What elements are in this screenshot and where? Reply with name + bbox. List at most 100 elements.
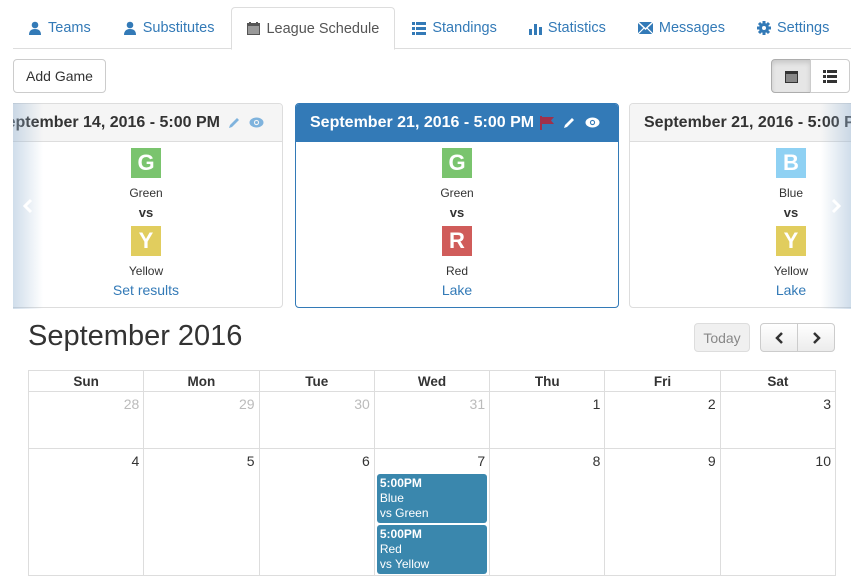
calendar-title: September 2016 <box>28 320 243 352</box>
day-number: 4 <box>131 453 140 469</box>
tab-statistics[interactable]: Statistics <box>514 7 621 49</box>
team-name: Blue <box>778 186 804 200</box>
day-cell[interactable]: 10 <box>719 448 837 576</box>
team-badge: B <box>776 148 806 178</box>
tab-settings[interactable]: Settings <box>742 7 844 49</box>
day-cell[interactable]: 3 <box>719 391 837 449</box>
tab-label: League Schedule <box>266 20 380 37</box>
day-number: 1 <box>592 396 601 412</box>
tab-standings[interactable]: Standings <box>397 7 512 49</box>
day-cell[interactable]: 6 <box>258 448 375 576</box>
calendar-icon <box>784 70 798 83</box>
game-card-featured: September 21, 2016 - 5:00 PM G Green vs … <box>295 103 619 308</box>
team-name: Red <box>445 264 468 278</box>
day-cell[interactable]: 7 5:00PM Blue vs Green 5:00PM Red vs Yel… <box>373 448 491 576</box>
eye-icon[interactable] <box>585 117 600 128</box>
chevron-right-icon <box>831 198 841 214</box>
weekday-header: Sun <box>27 370 145 392</box>
event-team: Red <box>379 542 402 556</box>
gear-icon <box>756 21 771 35</box>
vs-label: vs <box>449 205 465 220</box>
bar-chart-icon <box>528 23 542 35</box>
day-cell[interactable]: 29 <box>143 391 260 449</box>
day-cell[interactable]: 5 <box>143 448 260 576</box>
team-name: Yellow <box>773 264 809 278</box>
team-badge: G <box>442 148 472 178</box>
add-game-button[interactable]: Add Game <box>13 59 106 93</box>
main-tabs: Teams Substitutes League Schedule Standi… <box>13 7 851 50</box>
day-number: 28 <box>123 396 140 412</box>
weekday-header: Thu <box>489 370 606 392</box>
event-time: 5:00PM <box>379 476 422 490</box>
list-icon <box>823 69 837 83</box>
calendar-icon <box>247 22 261 35</box>
team-badge: G <box>131 148 161 178</box>
pencil-icon[interactable] <box>228 116 241 129</box>
games-carousel: September 14, 2016 - 5:00 PM G Green vs … <box>13 103 851 309</box>
event-opponent: vs Green <box>379 506 429 520</box>
day-cell[interactable]: 1 <box>489 391 606 449</box>
month-nav-group <box>760 323 836 352</box>
user-icon <box>29 21 41 35</box>
day-number: 3 <box>823 396 831 412</box>
event-time: 5:00PM <box>379 527 422 541</box>
day-number: 29 <box>238 396 255 412</box>
day-cell[interactable]: 28 <box>27 391 145 449</box>
tab-teams[interactable]: Teams <box>13 7 106 49</box>
tab-label: Statistics <box>547 20 606 36</box>
chevron-right-icon <box>812 331 821 344</box>
team-badge: Y <box>131 226 161 256</box>
day-number: 9 <box>707 453 716 469</box>
vs-label: vs <box>138 205 154 220</box>
day-number: 30 <box>354 396 370 412</box>
carousel-next-button[interactable] <box>821 103 851 309</box>
team-badge: R <box>442 226 472 256</box>
location-link[interactable]: Lake <box>442 282 472 298</box>
eye-icon[interactable] <box>249 117 264 128</box>
game-card: September 14, 2016 - 5:00 PM G Green vs … <box>13 103 283 308</box>
weekday-header: Fri <box>604 370 721 392</box>
day-cell[interactable]: 30 <box>258 391 375 449</box>
set-results-link[interactable]: Set results <box>113 282 179 298</box>
list-icon <box>412 21 427 35</box>
calendar-event[interactable]: 5:00PM Red vs Yellow <box>376 525 488 574</box>
day-number: 5 <box>246 453 255 469</box>
day-cell[interactable]: 9 <box>604 448 721 576</box>
carousel-prev-button[interactable] <box>13 103 43 309</box>
tab-substitutes[interactable]: Substitutes <box>108 7 230 49</box>
game-card: September 21, 2016 - 5:00 PM B Blue vs Y… <box>629 103 851 308</box>
prev-month-button[interactable] <box>760 323 798 352</box>
day-cell[interactable]: 4 <box>27 448 145 576</box>
day-cell[interactable]: 8 <box>489 448 606 576</box>
day-number: 2 <box>707 396 716 412</box>
game-date: September 14, 2016 - 5:00 PM <box>13 113 220 131</box>
tab-messages[interactable]: Messages <box>623 7 740 49</box>
user-icon <box>123 21 136 35</box>
day-cell[interactable]: 2 <box>604 391 721 449</box>
tab-label: Settings <box>776 20 830 36</box>
calendar-week: 4 5 6 7 5:00PM Blue vs Green 5:00PM Red … <box>27 448 837 576</box>
list-view-button[interactable] <box>810 59 850 93</box>
chevron-left-icon <box>23 198 33 214</box>
day-cell[interactable]: 31 <box>373 391 491 449</box>
flag-icon[interactable] <box>540 115 555 130</box>
event-team: Blue <box>379 491 404 505</box>
tab-label: Messages <box>658 20 725 36</box>
day-number: 7 <box>477 453 486 469</box>
month-calendar: Sun Mon Tue Wed Thu Fri Sat 28 29 30 31 … <box>27 370 837 576</box>
today-button[interactable]: Today <box>694 323 750 352</box>
location-link[interactable]: Lake <box>776 282 806 298</box>
calendar-week: 28 29 30 31 1 2 3 <box>27 391 837 449</box>
calendar-view-button[interactable] <box>771 59 811 93</box>
weekday-header: Wed <box>373 370 491 392</box>
team-name: Green <box>129 186 163 200</box>
next-month-button[interactable] <box>797 323 835 352</box>
team-name: Yellow <box>128 264 164 278</box>
calendar-event[interactable]: 5:00PM Blue vs Green <box>376 474 488 523</box>
day-number: 6 <box>362 453 370 469</box>
team-badge: Y <box>776 226 806 256</box>
tab-label: Substitutes <box>142 20 215 36</box>
tab-league-schedule[interactable]: League Schedule <box>231 7 396 50</box>
pencil-icon[interactable] <box>563 116 576 129</box>
game-date: September 21, 2016 - 5:00 PM <box>310 113 535 131</box>
